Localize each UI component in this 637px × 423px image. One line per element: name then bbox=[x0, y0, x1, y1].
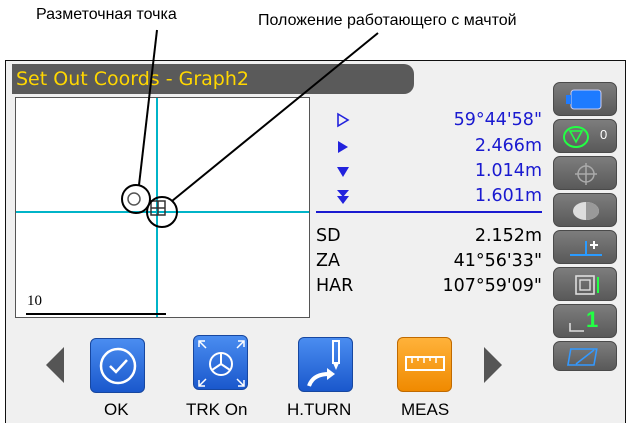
vertical-distance-value: 1.601m bbox=[474, 186, 542, 206]
za-value: 41°56'33" bbox=[453, 251, 542, 271]
sd-label: SD bbox=[316, 226, 341, 246]
down-distance-value: 1.014m bbox=[474, 161, 542, 181]
h-turn-softkey[interactable] bbox=[298, 337, 353, 392]
laser-button[interactable] bbox=[553, 156, 617, 190]
reading-sd-row: SD 2.152m bbox=[316, 226, 542, 250]
communication-icon bbox=[567, 348, 598, 366]
double-triangle-down-icon bbox=[336, 189, 350, 205]
illumination-button[interactable] bbox=[553, 193, 617, 227]
page-number: 1 bbox=[586, 307, 599, 332]
reading-vertical-row: 1.601m bbox=[316, 186, 542, 210]
reading-angle-row: 59°44'58" bbox=[316, 110, 542, 134]
laser-pointer-icon bbox=[575, 163, 597, 185]
readings-divider bbox=[316, 211, 542, 213]
hollow-triangle-right-icon bbox=[336, 112, 350, 128]
target-constant: 0 bbox=[600, 127, 608, 142]
crosshair-horizontal bbox=[16, 211, 309, 213]
tilt-correction-icon bbox=[570, 241, 602, 256]
solid-triangle-right-icon bbox=[336, 139, 350, 155]
meas-softkey[interactable] bbox=[397, 337, 452, 392]
solid-triangle-down-icon bbox=[336, 165, 350, 179]
turn-arrow-icon bbox=[307, 340, 340, 387]
za-label: ZA bbox=[316, 251, 340, 271]
next-page-arrow-icon[interactable] bbox=[482, 345, 504, 385]
callout-staff-position: Положение работающего с мачтой bbox=[258, 12, 517, 29]
har-label: HAR bbox=[316, 276, 354, 296]
meas-label: MEAS bbox=[401, 400, 450, 419]
page-button[interactable]: 1 bbox=[553, 304, 617, 338]
graph-scale-bar bbox=[26, 313, 166, 315]
screen-title: Set Out Coords - Graph2 bbox=[12, 64, 414, 94]
reading-horizontal-row: 2.466m bbox=[316, 136, 542, 160]
reading-har-row: HAR 107°59'09" bbox=[316, 276, 542, 300]
ok-softkey[interactable] bbox=[90, 338, 145, 393]
prev-page-arrow-icon[interactable] bbox=[44, 345, 66, 385]
sd-value: 2.152m bbox=[474, 226, 542, 246]
target-button[interactable]: 0 bbox=[553, 119, 617, 153]
battery-button[interactable] bbox=[553, 82, 617, 116]
communication-button[interactable] bbox=[553, 341, 617, 371]
checkmark-circle-icon bbox=[99, 347, 137, 385]
battery-icon bbox=[566, 89, 602, 110]
input-mode-icon bbox=[575, 275, 599, 295]
har-value: 107°59'09" bbox=[442, 276, 542, 296]
reading-za-row: ZA 41°56'33" bbox=[316, 251, 542, 275]
callout-target-point: Разметочная точка bbox=[36, 6, 177, 23]
trk-on-softkey[interactable] bbox=[193, 335, 248, 390]
graph-scale-label: 10 bbox=[27, 293, 42, 309]
illumination-icon bbox=[573, 202, 599, 220]
input-mode-button[interactable] bbox=[553, 267, 617, 301]
tilt-button[interactable] bbox=[553, 230, 617, 264]
ok-label: OK bbox=[104, 400, 129, 419]
ruler-icon bbox=[405, 356, 445, 371]
reading-down-row: 1.014m bbox=[316, 161, 542, 185]
horizontal-distance-value: 2.466m bbox=[474, 136, 542, 156]
tracking-icon bbox=[198, 340, 245, 387]
crosshair-vertical bbox=[156, 98, 158, 317]
prism-target-icon bbox=[563, 126, 589, 148]
trk-on-label: TRK On bbox=[186, 400, 248, 419]
setout-graph[interactable] bbox=[15, 97, 310, 318]
h-turn-label: H.TURN bbox=[287, 400, 352, 419]
angle-value: 59°44'58" bbox=[453, 110, 542, 130]
